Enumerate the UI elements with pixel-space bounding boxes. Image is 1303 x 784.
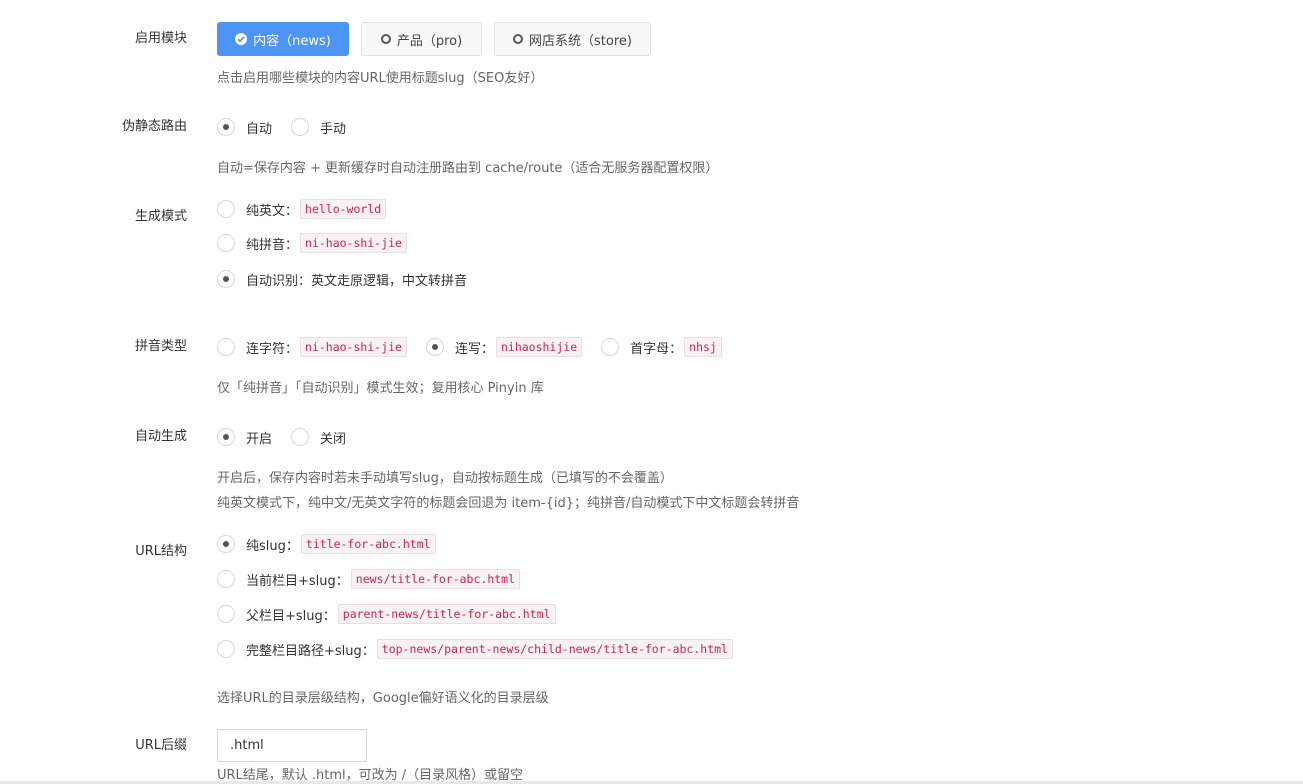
route-auto-label: 自动 <box>246 121 273 137</box>
radio-icon[interactable] <box>217 570 235 588</box>
modules-label: 启用模块 <box>134 31 187 46</box>
module-news-label: 内容（news) <box>253 33 331 49</box>
gen-mode-auto-option[interactable]: 自动识别：英文走原逻辑，中文转拼音 <box>217 269 467 289</box>
module-pro-button[interactable]: 产品（pro) <box>361 22 482 56</box>
pinyin-initials-option[interactable]: 首字母： nhsj <box>601 337 722 357</box>
pinyin-hyphen-example: ni-hao-shi-jie <box>300 337 407 357</box>
circle-icon <box>513 34 524 44</box>
module-store-button[interactable]: 网店系统（store) <box>494 22 651 56</box>
radio-checked-icon[interactable] <box>217 428 235 446</box>
url-struct-label: URL结构 <box>135 544 187 559</box>
auto-gen-on-option[interactable]: 开启 <box>217 428 272 447</box>
gen-mode-pinyin-label: 纯拼音： <box>246 237 299 253</box>
route-manual-option[interactable]: 手动 <box>291 118 346 137</box>
radio-checked-icon[interactable] <box>217 270 235 288</box>
pinyin-hyphen-option[interactable]: 连字符： ni-hao-shi-jie <box>217 337 407 357</box>
url-struct-current-option[interactable]: 当前栏目+slug： news/title-for-abc.html <box>217 569 521 589</box>
pinyin-joined-option[interactable]: 连写： nihaoshijie <box>425 337 583 357</box>
pinyin-help: 仅「纯拼音」「自动识别」模式生效；复用核心 Pinyin 库 <box>217 381 544 396</box>
route-options: 自动 手动 <box>217 117 346 137</box>
radio-checked-icon[interactable] <box>425 338 444 356</box>
pinyin-joined-label: 连写： <box>454 341 494 357</box>
url-struct-current-label: 当前栏目+slug： <box>246 573 349 589</box>
url-struct-full-option[interactable]: 完整栏目路径+slug： top-news/parent-news/child-… <box>217 639 733 659</box>
gen-mode-pinyin-option[interactable]: 纯拼音： ni-hao-shi-jie <box>217 233 407 253</box>
route-manual-label: 手动 <box>320 121 347 137</box>
radio-icon[interactable] <box>217 338 235 356</box>
radio-icon[interactable] <box>217 234 235 252</box>
url-struct-current-example: news/title-for-abc.html <box>350 569 521 589</box>
url-struct-parent-label: 父栏目+slug： <box>246 608 336 624</box>
url-struct-slug-option[interactable]: 纯slug： title-for-abc.html <box>217 534 436 554</box>
gen-mode-english-example: hello-world <box>300 199 387 219</box>
pinyin-label: 拼音类型 <box>134 339 187 354</box>
suffix-input[interactable] <box>217 729 367 762</box>
auto-gen-off-label: 关闭 <box>320 431 347 447</box>
circle-icon <box>380 34 391 44</box>
radio-icon[interactable] <box>217 640 235 658</box>
auto-gen-help-2: 纯英文模式下，纯中文/无英文字符的标题会回退为 item-{id}；纯拼音/自动… <box>217 496 800 511</box>
url-struct-slug-label: 纯slug： <box>246 538 299 554</box>
url-struct-slug-example: title-for-abc.html <box>300 534 436 554</box>
pinyin-joined-example: nihaoshijie <box>495 337 583 357</box>
modules-help: 点击启用哪些模块的内容URL使用标题slug（SEO友好） <box>217 71 544 86</box>
auto-gen-options: 开启 关闭 <box>217 427 346 447</box>
radio-icon[interactable] <box>291 118 310 136</box>
gen-mode-auto-label: 自动识别：英文走原逻辑，中文转拼音 <box>246 273 468 289</box>
suffix-label: URL后缀 <box>135 738 187 753</box>
url-struct-full-label: 完整栏目路径+slug： <box>246 643 375 659</box>
module-pro-label: 产品（pro) <box>396 33 463 49</box>
pinyin-initials-label: 首字母： <box>630 341 683 357</box>
url-struct-full-example: top-news/parent-news/child-news/title-fo… <box>376 639 733 659</box>
pinyin-options: 连字符： ni-hao-shi-jie 连写： nihaoshijie 首字母：… <box>217 337 722 357</box>
auto-gen-label: 自动生成 <box>134 429 187 444</box>
check-circle-icon <box>235 33 248 45</box>
gen-mode-english-option[interactable]: 纯英文： hello-world <box>217 199 387 219</box>
module-news-button[interactable]: 内容（news) <box>217 22 349 56</box>
url-struct-parent-example: parent-news/title-for-abc.html <box>337 604 556 624</box>
radio-icon[interactable] <box>291 428 310 446</box>
auto-gen-off-option[interactable]: 关闭 <box>291 428 346 447</box>
route-label: 伪静态路由 <box>121 119 187 134</box>
radio-checked-icon[interactable] <box>217 118 235 136</box>
gen-mode-pinyin-example: ni-hao-shi-jie <box>300 233 407 253</box>
auto-gen-on-label: 开启 <box>246 431 273 447</box>
auto-gen-help-1: 开启后，保存内容时若未手动填写slug，自动按标题生成（已填写的不会覆盖） <box>217 471 673 486</box>
gen-mode-label: 生成模式 <box>134 209 187 224</box>
pinyin-initials-example: nhsj <box>684 337 722 357</box>
radio-checked-icon[interactable] <box>217 535 235 553</box>
module-store-label: 网店系统（store) <box>529 33 632 49</box>
pinyin-hyphen-label: 连字符： <box>246 341 299 357</box>
url-struct-help: 选择URL的目录层级结构，Google偏好语义化的目录层级 <box>217 691 549 706</box>
radio-icon[interactable] <box>217 605 235 623</box>
route-auto-option[interactable]: 自动 <box>217 118 272 137</box>
gen-mode-english-label: 纯英文： <box>246 203 299 219</box>
url-struct-parent-option[interactable]: 父栏目+slug： parent-news/title-for-abc.html <box>217 604 556 624</box>
radio-icon[interactable] <box>601 338 620 356</box>
radio-icon[interactable] <box>217 200 235 218</box>
route-help: 自动=保存内容 + 更新缓存时自动注册路由到 cache/route（适合无服务… <box>217 161 719 176</box>
